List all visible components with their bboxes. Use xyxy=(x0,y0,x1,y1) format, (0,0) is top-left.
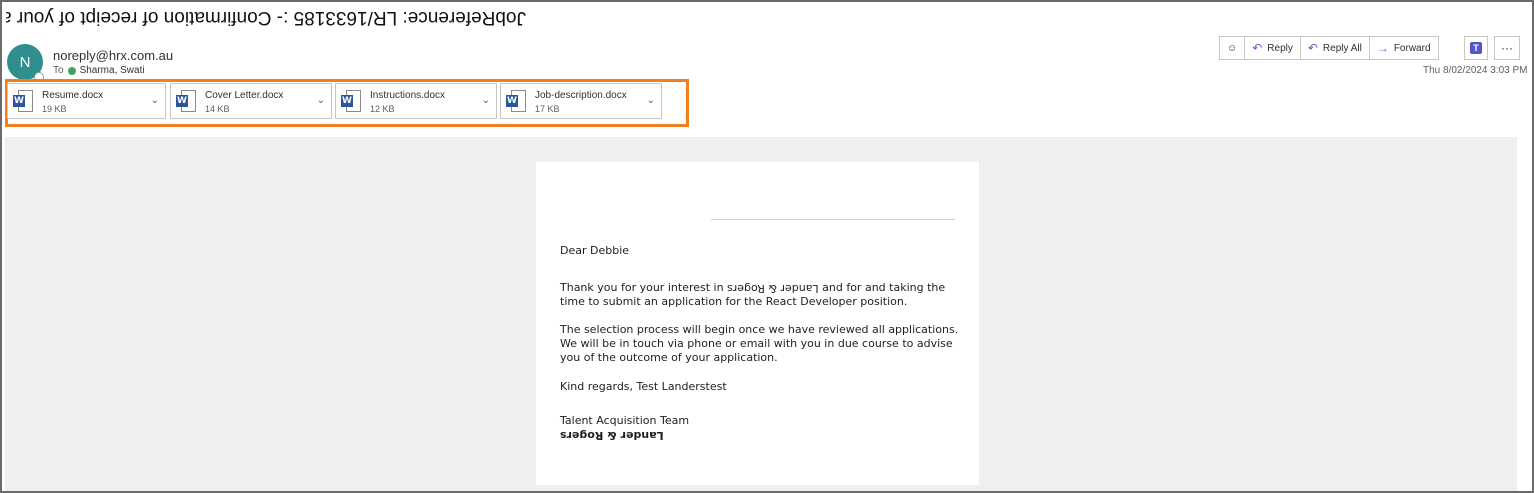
attachment-name: Cover Letter.docx xyxy=(205,90,284,101)
letter-body: Dear Debbie Thank you for your interest … xyxy=(536,162,979,485)
forward-button[interactable]: → Forward xyxy=(1369,36,1439,60)
chevron-down-icon[interactable]: ⌄ xyxy=(482,95,490,106)
recipient-name[interactable]: Sharma, Swati xyxy=(80,65,145,76)
reply-button[interactable]: ↶ Reply xyxy=(1245,36,1301,60)
attachment-instructions[interactable]: W Instructions.docx 12 KB ⌄ xyxy=(335,83,497,119)
paragraph-1-line-2: time to submit an application for the Re… xyxy=(560,295,908,308)
to-label: To xyxy=(53,65,64,76)
reply-icon: ↶ xyxy=(1252,41,1263,55)
attachment-size: 19 KB xyxy=(42,104,67,114)
attachment-size: 14 KB xyxy=(205,104,230,114)
chevron-down-icon[interactable]: ⌄ xyxy=(151,95,159,106)
word-file-icon: W xyxy=(506,90,526,112)
attachment-name: Resume.docx xyxy=(42,90,104,101)
check-status-icon xyxy=(67,66,76,75)
attachment-size: 12 KB xyxy=(370,104,395,114)
greeting: Dear Debbie xyxy=(560,244,630,257)
received-date: Thu 8/02/2024 3:03 PM xyxy=(1423,65,1528,76)
word-file-icon: W xyxy=(176,90,196,112)
word-file-icon: W xyxy=(341,90,361,112)
forward-icon: → xyxy=(1376,41,1389,55)
chevron-down-icon[interactable]: ⌄ xyxy=(647,95,655,106)
emoji-reaction-button[interactable]: ☺ xyxy=(1219,36,1246,60)
attachment-job-description[interactable]: W Job-description.docx 17 KB ⌄ xyxy=(500,83,662,119)
divider xyxy=(711,219,955,220)
more-actions-button[interactable]: ··· xyxy=(1494,36,1520,60)
recipient-line: To Sharma, Swati xyxy=(53,65,145,76)
attachment-resume[interactable]: W Resume.docx 19 KB ⌄ xyxy=(7,83,166,119)
paragraph-2-line-2: We will be in touch via phone or email w… xyxy=(560,337,953,350)
email-reading-pane: JobReference: LR/1633185 :- Confirmation… xyxy=(0,0,1534,493)
paragraph-1-line-1: Thank you for your interest in Lander & … xyxy=(560,281,946,295)
closing: Kind regards, Test Landerstest xyxy=(560,380,727,393)
attachment-name: Job-description.docx xyxy=(535,90,627,101)
paragraph-2-line-1: The selection process will begin once we… xyxy=(560,323,959,336)
attachment-name: Instructions.docx xyxy=(370,90,446,101)
teams-icon: T xyxy=(1470,42,1482,54)
smiley-icon: ☺ xyxy=(1227,42,1238,54)
message-actions: ☺ ↶ Reply ↶ Reply All → Forward xyxy=(1219,36,1439,60)
paragraph-2-line-3: you of the outcome of your application. xyxy=(560,351,778,364)
reply-all-button[interactable]: ↶ Reply All xyxy=(1300,36,1370,60)
reply-all-icon: ↶ xyxy=(1307,41,1318,55)
sender-address[interactable]: noreply@hrx.com.au xyxy=(53,48,173,63)
attachment-size: 17 KB xyxy=(535,104,560,114)
chevron-down-icon[interactable]: ⌄ xyxy=(317,95,325,106)
teams-share-button[interactable]: T xyxy=(1464,36,1488,60)
word-file-icon: W xyxy=(13,90,33,112)
team-signature: Talent Acquisition Team xyxy=(560,414,690,427)
attachment-cover-letter[interactable]: W Cover Letter.docx 14 KB ⌄ xyxy=(170,83,332,119)
company-name-inline: Lander & Rogers xyxy=(727,282,819,295)
company-signature: Lander & Rogers xyxy=(560,429,664,442)
email-subject: JobReference: LR/1633185 :- Confirmation… xyxy=(6,7,526,28)
